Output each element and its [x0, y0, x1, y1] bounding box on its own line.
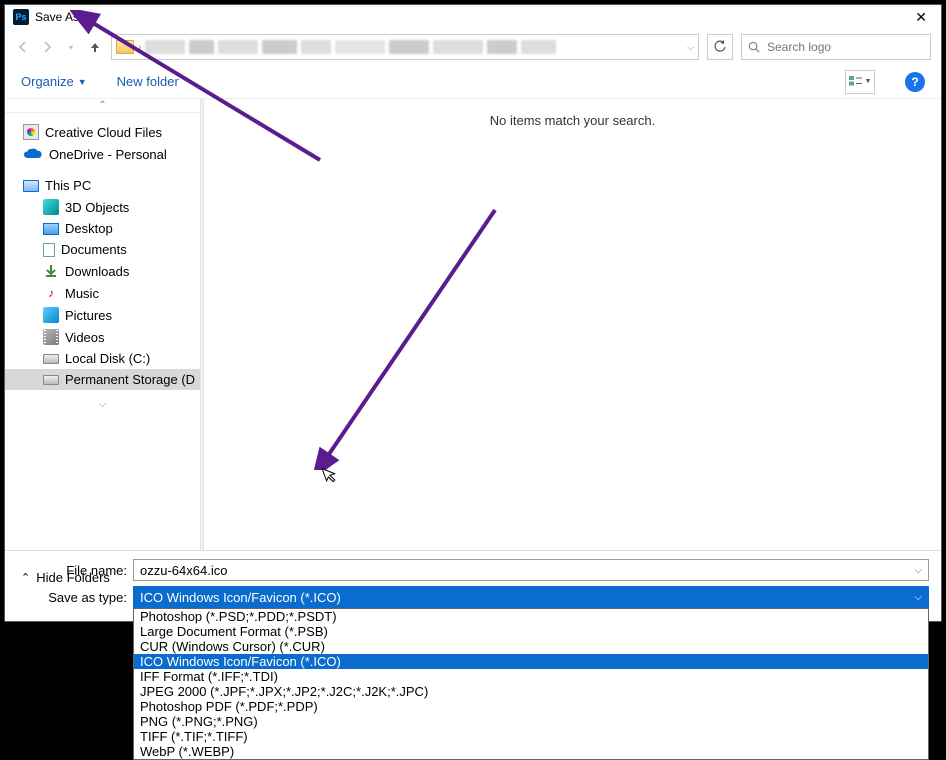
tree-item-label: Documents: [61, 242, 127, 257]
main-area: ⌃ Creative Cloud Files OneDrive - Persona…: [5, 99, 941, 550]
tree-item[interactable]: This PC: [5, 175, 200, 196]
help-button[interactable]: ?: [905, 72, 925, 92]
path-segment: [335, 40, 385, 54]
tree-item[interactable]: 3D Objects: [5, 196, 200, 218]
bottom-panel: File name: ozzu-64x64.ico ⌵ Save as type…: [5, 550, 941, 621]
tree-item[interactable]: ♪Music: [5, 282, 200, 304]
chevron-down-icon: ▼: [78, 77, 87, 87]
up-button[interactable]: [87, 39, 103, 55]
dropdown-option[interactable]: Large Document Format (*.PSB): [134, 624, 928, 639]
tree-item[interactable]: Creative Cloud Files: [5, 121, 200, 143]
path-segment: [262, 40, 297, 54]
scroll-up-icon[interactable]: ⌃: [5, 99, 200, 113]
save-as-dialog: Ps Save As ✕ ▾ › ⌵: [4, 4, 942, 622]
back-button[interactable]: [15, 39, 31, 55]
path-segment: [521, 40, 556, 54]
tree-item[interactable]: Pictures: [5, 304, 200, 326]
scroll-down-icon[interactable]: ⌵: [5, 398, 200, 411]
tree-item[interactable]: Downloads: [5, 260, 200, 282]
tree-item-label: This PC: [45, 178, 91, 193]
empty-message: No items match your search.: [490, 113, 655, 128]
dropdown-option[interactable]: IFF Format (*.IFF;*.TDI): [134, 669, 928, 684]
view-options-button[interactable]: ▼: [845, 70, 875, 94]
search-placeholder: Search logo: [767, 40, 831, 54]
tree-item[interactable]: Desktop: [5, 218, 200, 239]
path-segment: [389, 40, 429, 54]
organize-button[interactable]: Organize ▼: [21, 74, 87, 89]
tree-item[interactable]: Permanent Storage (D: [5, 369, 200, 390]
file-list-area: No items match your search.: [204, 99, 941, 550]
navigation-pane: ⌃ Creative Cloud Files OneDrive - Persona…: [5, 99, 200, 550]
dropdown-option[interactable]: JPEG 2000 (*.JPF;*.JPX;*.JP2;*.J2C;*.J2K…: [134, 684, 928, 699]
tree-item-label: 3D Objects: [65, 200, 129, 215]
forward-button[interactable]: [39, 39, 55, 55]
dropdown-option[interactable]: Photoshop (*.PSD;*.PDD;*.PSDT): [134, 609, 928, 624]
path-segment: [301, 40, 331, 54]
recent-dropdown[interactable]: ▾: [63, 39, 79, 55]
search-input[interactable]: Search logo: [741, 34, 931, 60]
tree-item-label: OneDrive - Personal: [49, 147, 167, 162]
nav-row: ▾ › ⌵ Search logo: [5, 29, 941, 65]
dropdown-option[interactable]: TIFF (*.TIF;*.TIFF): [134, 729, 928, 744]
savetype-dropdown-list[interactable]: Photoshop (*.PSD;*.PDD;*.PSDT)Large Docu…: [133, 608, 929, 760]
folder-tree: Creative Cloud Files OneDrive - Personal T…: [5, 113, 200, 398]
new-folder-button[interactable]: New folder: [117, 74, 179, 89]
tree-item[interactable]: OneDrive - Personal: [5, 143, 200, 165]
tree-item-label: Pictures: [65, 308, 112, 323]
filename-input[interactable]: ozzu-64x64.ico ⌵: [133, 559, 929, 581]
tree-item-label: Creative Cloud Files: [45, 125, 162, 140]
savetype-combobox[interactable]: ICO Windows Icon/Favicon (*.ICO) ⌵: [133, 586, 929, 608]
tree-item[interactable]: Local Disk (C:): [5, 348, 200, 369]
address-dropdown-icon[interactable]: ⌵: [687, 42, 694, 53]
search-icon: [748, 41, 761, 54]
hide-folders-toggle[interactable]: ⌃ Hide Folders: [21, 570, 110, 585]
path-segment: [487, 40, 517, 54]
chevron-down-icon[interactable]: ⌵: [914, 592, 922, 603]
tree-item-label: Permanent Storage (D: [65, 372, 195, 387]
dropdown-option[interactable]: Photoshop PDF (*.PDF;*.PDP): [134, 699, 928, 714]
chevron-down-icon[interactable]: ⌵: [914, 565, 922, 576]
dropdown-option[interactable]: WebP (*.WEBP): [134, 744, 928, 759]
folder-icon: [116, 40, 134, 54]
chevron-icon: ›: [138, 42, 141, 53]
photoshop-icon: Ps: [13, 9, 29, 25]
tree-item[interactable]: Documents: [5, 239, 200, 260]
path-segment: [189, 40, 214, 54]
tree-item-label: Downloads: [65, 264, 129, 279]
tree-item-label: Local Disk (C:): [65, 351, 150, 366]
tree-item-label: Music: [65, 286, 99, 301]
tree-item-label: Desktop: [65, 221, 113, 236]
tree-item[interactable]: Videos: [5, 326, 200, 348]
titlebar: Ps Save As ✕: [5, 5, 941, 29]
window-title: Save As: [35, 10, 79, 24]
refresh-button[interactable]: [707, 34, 733, 60]
address-bar[interactable]: › ⌵: [111, 34, 699, 60]
dropdown-option[interactable]: PNG (*.PNG;*.PNG): [134, 714, 928, 729]
toolbar: Organize ▼ New folder ▼ ?: [5, 65, 941, 99]
path-segment: [433, 40, 483, 54]
path-segment: [218, 40, 258, 54]
dropdown-option[interactable]: CUR (Windows Cursor) (*.CUR): [134, 639, 928, 654]
tree-item-label: Videos: [65, 330, 105, 345]
path-segment: [145, 40, 185, 54]
dropdown-option[interactable]: ICO Windows Icon/Favicon (*.ICO): [134, 654, 928, 669]
close-button[interactable]: ✕: [909, 7, 933, 28]
chevron-up-icon: ⌃: [21, 571, 30, 584]
savetype-label: Save as type:: [17, 590, 127, 605]
